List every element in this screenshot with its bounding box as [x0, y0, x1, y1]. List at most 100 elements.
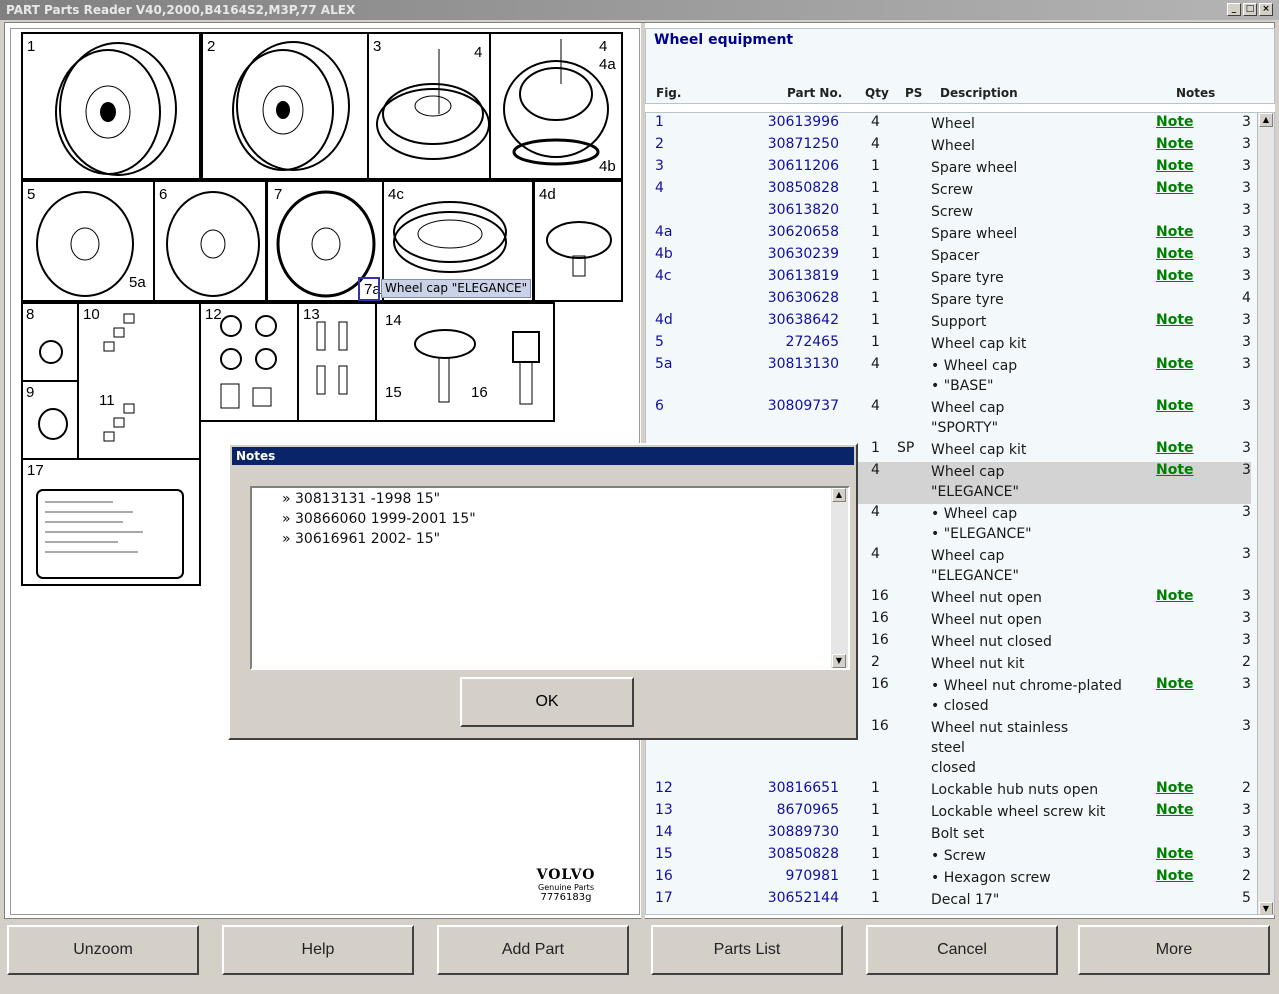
note-link[interactable]: Note [1156, 114, 1194, 130]
add-part-button[interactable]: Add Part [437, 925, 629, 975]
notes-count-cell: 3 [1242, 180, 1251, 196]
unzoom-button[interactable]: Unzoom [7, 925, 199, 975]
note-link[interactable]: Note [1156, 356, 1194, 372]
hotspot-7a[interactable] [358, 277, 380, 301]
figure-cell[interactable]: 2 [201, 32, 369, 180]
table-row[interactable]: 4c 30613819 1 Spare tyre Note 3 [646, 268, 1251, 290]
maximize-button[interactable]: □ [1243, 3, 1257, 16]
note-link[interactable]: Note [1156, 268, 1194, 284]
table-row[interactable]: 5a 30813130 4 • Wheel cap • "BASE" Note 3 [646, 356, 1251, 398]
description-line: "ELEGANCE" [931, 568, 1019, 584]
scroll-up-arrow[interactable]: ▲ [832, 488, 846, 502]
note-link[interactable]: Note [1156, 398, 1194, 414]
description-line: • Screw [931, 848, 986, 864]
table-row[interactable]: 14 30889730 1 Bolt set 3 [646, 824, 1251, 846]
notes-count-cell: 3 [1242, 462, 1251, 478]
table-row[interactable]: 3 30611206 1 Spare wheel Note 3 [646, 158, 1251, 180]
note-link[interactable]: Note [1156, 180, 1194, 196]
figure-cell[interactable]: 14 15 16 [375, 302, 555, 422]
notes-count-cell: 3 [1242, 676, 1251, 692]
note-link[interactable]: Note [1156, 224, 1194, 240]
table-row[interactable]: 30630628 1 Spare tyre 4 [646, 290, 1251, 312]
figure-cell[interactable]: 6 [153, 180, 267, 302]
table-row[interactable]: 12 30816651 1 Lockable hub nuts open Note 2 [646, 780, 1251, 802]
qty-cell: 4 [871, 136, 880, 152]
notes-list[interactable]: » 30813131 -1998 15" » 30866060 1999-200… [250, 486, 850, 670]
notes-count-cell: 3 [1242, 546, 1251, 562]
qty-cell: 16 [871, 676, 889, 692]
table-row[interactable]: 4 30850828 1 Screw Note 3 [646, 180, 1251, 202]
figure-cell[interactable]: 5 5a [21, 180, 155, 302]
column-ps: PS [905, 86, 923, 100]
fig-cell: 4a [655, 224, 673, 240]
fig-cell: 3 [655, 158, 664, 174]
figure-cell[interactable]: 3 4 [367, 32, 491, 180]
description-cell: Screw [931, 202, 973, 222]
table-row[interactable]: 30613820 1 Screw 3 [646, 202, 1251, 224]
table-row[interactable]: 16 970981 1 • Hexagon screw Note 2 [646, 868, 1251, 890]
nut-drawing [39, 340, 63, 364]
parts-scrollbar[interactable]: ▲ ▼ [1257, 113, 1274, 914]
table-row[interactable]: 4b 30630239 1 Spacer Note 3 [646, 246, 1251, 268]
cancel-button[interactable]: Cancel [866, 925, 1058, 975]
part-number-cell: 970981 [785, 868, 839, 884]
scroll-down-arrow[interactable]: ▼ [1259, 902, 1273, 914]
fig-cell: 5 [655, 334, 664, 350]
diagram-tooltip: Wheel cap "ELEGANCE" [381, 279, 532, 298]
part-number-cell: 30816651 [767, 780, 839, 796]
note-link[interactable]: Note [1156, 312, 1194, 328]
note-link[interactable]: Note [1156, 462, 1194, 478]
note-link[interactable]: Note [1156, 588, 1194, 604]
table-row[interactable]: 15 30850828 1 • Screw Note 3 [646, 846, 1251, 868]
notes-count-cell: 3 [1242, 202, 1251, 218]
part-number-cell: 30630628 [767, 290, 839, 306]
notes-scrollbar[interactable]: ▲ ▼ [831, 488, 848, 668]
description-line: • "BASE" [931, 378, 994, 394]
close-button[interactable]: × [1259, 3, 1273, 16]
notes-count-cell: 3 [1242, 440, 1251, 456]
table-row[interactable]: 1 30613996 4 Wheel Note 3 [646, 114, 1251, 136]
figure-cell[interactable]: 17 [21, 458, 201, 586]
table-row[interactable]: 2 30871250 4 Wheel Note 3 [646, 136, 1251, 158]
table-row[interactable]: 13 8670965 1 Lockable wheel screw kit Note 3 [646, 802, 1251, 824]
notes-count-cell: 2 [1242, 868, 1251, 884]
note-link[interactable]: Note [1156, 802, 1194, 818]
note-link[interactable]: Note [1156, 676, 1194, 692]
table-row[interactable]: 4a 30620658 1 Spare wheel Note 3 [646, 224, 1251, 246]
scroll-down-arrow[interactable]: ▼ [832, 654, 846, 668]
notes-count-cell: 2 [1242, 780, 1251, 796]
note-link[interactable]: Note [1156, 868, 1194, 884]
brand-name: VOLVO [536, 867, 596, 883]
note-link[interactable]: Note [1156, 136, 1194, 152]
figure-cell[interactable]: 13 [297, 302, 377, 422]
note-link[interactable]: Note [1156, 780, 1194, 796]
minimize-button[interactable]: _ [1227, 3, 1241, 16]
parts-list-button[interactable]: Parts List [651, 925, 843, 975]
description-line: • Hexagon screw [931, 870, 1051, 886]
description-cell: • Hexagon screw [931, 868, 1051, 888]
figure-cell[interactable]: 9 [21, 380, 79, 460]
fig-cell: 15 [655, 846, 673, 862]
notes-count-cell: 3 [1242, 610, 1251, 626]
table-row[interactable]: 6 30809737 4 Wheel cap "SPORTY" Note 3 [646, 398, 1251, 440]
figure-cell[interactable]: 8 [21, 302, 79, 382]
table-row[interactable]: 17 30652144 1 Decal 17" 5 [646, 890, 1251, 912]
scroll-up-arrow[interactable]: ▲ [1259, 113, 1273, 127]
part-number-cell: 30850828 [767, 846, 839, 862]
ok-button[interactable]: OK [460, 677, 634, 727]
note-link[interactable]: Note [1156, 846, 1194, 862]
more-button[interactable]: More [1078, 925, 1270, 975]
help-button[interactable]: Help [222, 925, 414, 975]
note-link[interactable]: Note [1156, 158, 1194, 174]
figure-cell[interactable]: 10 11 [77, 302, 201, 460]
note-link[interactable]: Note [1156, 246, 1194, 262]
table-row[interactable]: 4d 30638642 1 Support Note 3 [646, 312, 1251, 334]
figure-cell[interactable]: 4d [533, 180, 623, 302]
description-line: Wheel nut kit [931, 656, 1025, 672]
note-link[interactable]: Note [1156, 440, 1194, 456]
fig-cell: 1 [655, 114, 664, 130]
figure-cell[interactable]: 4 4a 4b [489, 32, 623, 180]
table-row[interactable]: 5 272465 1 Wheel cap kit 3 [646, 334, 1251, 356]
figure-cell[interactable]: 1 [21, 32, 201, 180]
figure-cell[interactable]: 12 [199, 302, 299, 422]
